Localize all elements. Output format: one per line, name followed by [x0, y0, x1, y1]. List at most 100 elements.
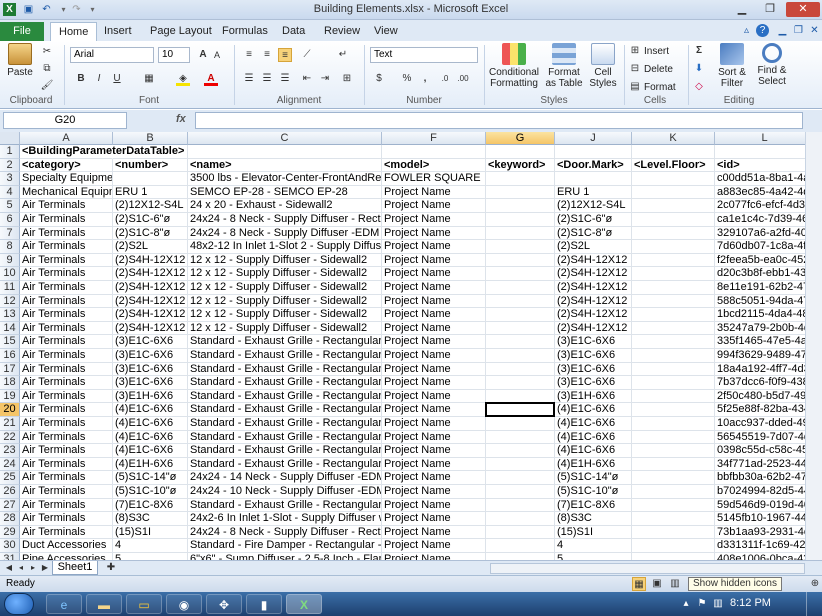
row-header[interactable]: 30 — [0, 539, 20, 553]
cell[interactable]: Air Terminals — [20, 471, 113, 485]
help-icon[interactable]: ? — [756, 24, 769, 37]
row-header[interactable]: 27 — [0, 498, 20, 513]
taskbar-clock[interactable]: 8:12 PM — [730, 597, 771, 609]
cell[interactable]: (3)E1C-6X6 — [113, 362, 188, 377]
cell[interactable] — [486, 185, 555, 200]
cell[interactable]: Project Name — [382, 185, 486, 200]
cell[interactable] — [486, 471, 555, 485]
start-button[interactable] — [4, 593, 34, 615]
cell[interactable]: (15)S1I — [113, 525, 188, 540]
cell[interactable] — [632, 512, 715, 526]
show-hidden-icons-icon[interactable]: ▴ — [680, 598, 692, 610]
row-header[interactable]: 31 — [0, 553, 20, 560]
merge-center-icon[interactable]: ⊞ — [340, 72, 354, 86]
tab-file[interactable]: File — [0, 22, 44, 41]
cell[interactable]: Air Terminals — [20, 362, 113, 377]
cell[interactable] — [486, 553, 555, 560]
sort-filter-button[interactable]: Sort & Filter — [712, 43, 752, 89]
autosum-icon[interactable]: Σ — [692, 44, 706, 58]
cell[interactable]: (4)E1C-6X6 — [555, 444, 632, 458]
cell[interactable] — [632, 185, 715, 200]
workbook-minimize-icon[interactable]: ▁ — [776, 24, 789, 37]
cell[interactable] — [632, 240, 715, 254]
cell[interactable]: 12 x 12 - Supply Diffuser - Sidewall2 — [188, 321, 382, 336]
cell[interactable] — [632, 335, 715, 349]
cell[interactable] — [486, 321, 555, 336]
cell[interactable]: 1bcd2115-4da4-480 — [715, 308, 805, 322]
cell[interactable]: Project Name — [382, 308, 486, 322]
cell[interactable]: (2)S4H-12X12 — [113, 308, 188, 322]
cell[interactable] — [632, 349, 715, 363]
cell[interactable]: 5 — [555, 553, 632, 560]
cell[interactable] — [486, 240, 555, 254]
horizontal-scrollbar[interactable] — [490, 563, 805, 574]
cell[interactable]: 24x24 - 8 Neck - Supply Diffuser -EDM Ro — [188, 226, 382, 241]
network-icon[interactable]: ▥ — [712, 598, 724, 610]
cell[interactable]: Air Terminals — [20, 485, 113, 499]
cell[interactable]: Project Name — [382, 226, 486, 241]
cell[interactable]: Project Name — [382, 294, 486, 309]
column-header[interactable]: K — [632, 132, 715, 145]
app-icon-3[interactable]: ▮ — [246, 594, 282, 614]
cell[interactable] — [486, 294, 555, 309]
cell[interactable]: Air Terminals — [20, 417, 113, 431]
row-header[interactable]: 7 — [0, 226, 20, 241]
tab-review[interactable]: Review — [316, 22, 368, 41]
column-header[interactable]: A — [20, 132, 113, 145]
cell[interactable]: <name> — [188, 158, 382, 173]
row-header[interactable]: 21 — [0, 417, 20, 431]
cell[interactable]: Air Terminals — [20, 267, 113, 281]
format-cells-button[interactable]: Format — [644, 82, 676, 93]
cell[interactable]: (3)E1H-6X6 — [113, 389, 188, 404]
close-button[interactable]: ✕ — [786, 2, 820, 17]
cell[interactable]: (2)S4H-12X12 — [555, 294, 632, 309]
cell[interactable]: 12 x 12 - Supply Diffuser - Sidewall2 — [188, 253, 382, 268]
cell[interactable] — [486, 444, 555, 458]
normal-view-icon[interactable]: ▦ — [632, 577, 646, 591]
cell[interactable]: d20c3b8f-ebb1-437 — [715, 267, 805, 281]
row-header[interactable]: 8 — [0, 240, 20, 254]
decrease-indent-icon[interactable]: ⇤ — [300, 72, 314, 86]
cell[interactable]: Project Name — [382, 253, 486, 268]
row-header[interactable]: 26 — [0, 485, 20, 499]
cell[interactable] — [632, 525, 715, 540]
increase-decimal-icon[interactable]: .0 — [438, 72, 452, 86]
cell[interactable] — [486, 485, 555, 499]
cell[interactable]: b7024994-82d5-44e — [715, 485, 805, 499]
insert-sheet-icon[interactable]: ✚ — [104, 561, 118, 574]
cell[interactable]: Project Name — [382, 335, 486, 349]
cell[interactable]: (4)E1H-6X6 — [555, 457, 632, 472]
cell[interactable]: Duct Accessories — [20, 539, 113, 553]
row-header[interactable]: 4 — [0, 185, 20, 200]
cell[interactable]: Project Name — [382, 498, 486, 513]
cell[interactable]: Air Terminals — [20, 498, 113, 513]
format-as-table-button[interactable]: Format as Table — [544, 43, 584, 89]
cell[interactable]: (2)S4H-12X12 — [555, 267, 632, 281]
cell[interactable]: Standard - Exhaust Grille - Rectangular … — [188, 349, 382, 363]
cell[interactable]: Project Name — [382, 213, 486, 227]
cell[interactable]: <category> — [20, 158, 113, 173]
cell[interactable] — [486, 349, 555, 363]
cell[interactable]: 4 — [113, 539, 188, 553]
cell[interactable] — [486, 525, 555, 540]
cell[interactable]: (4)E1C-6X6 — [555, 417, 632, 431]
cell[interactable] — [632, 281, 715, 295]
cell[interactable]: (8)S3C — [113, 512, 188, 526]
cell[interactable]: Air Terminals — [20, 430, 113, 445]
cell[interactable]: ERU 1 — [555, 185, 632, 200]
cell[interactable] — [632, 308, 715, 322]
wrap-text-icon[interactable]: ↵ — [336, 48, 350, 62]
number-format-dropdown[interactable]: Text — [370, 47, 478, 63]
cell[interactable]: (2)S4H-12X12 — [113, 294, 188, 309]
cell[interactable] — [486, 362, 555, 377]
cell[interactable] — [632, 539, 715, 553]
format-cells-icon[interactable]: ▤ — [628, 80, 642, 94]
row-header[interactable]: 9 — [0, 253, 20, 268]
cell[interactable] — [632, 172, 715, 186]
find-select-button[interactable]: Find & Select — [752, 43, 792, 87]
cell[interactable] — [486, 376, 555, 390]
bold-icon[interactable]: B — [74, 72, 88, 86]
cell[interactable]: Project Name — [382, 471, 486, 485]
cell[interactable]: 34f771ad-2523-448 — [715, 458, 805, 472]
column-header[interactable]: J — [555, 132, 632, 145]
